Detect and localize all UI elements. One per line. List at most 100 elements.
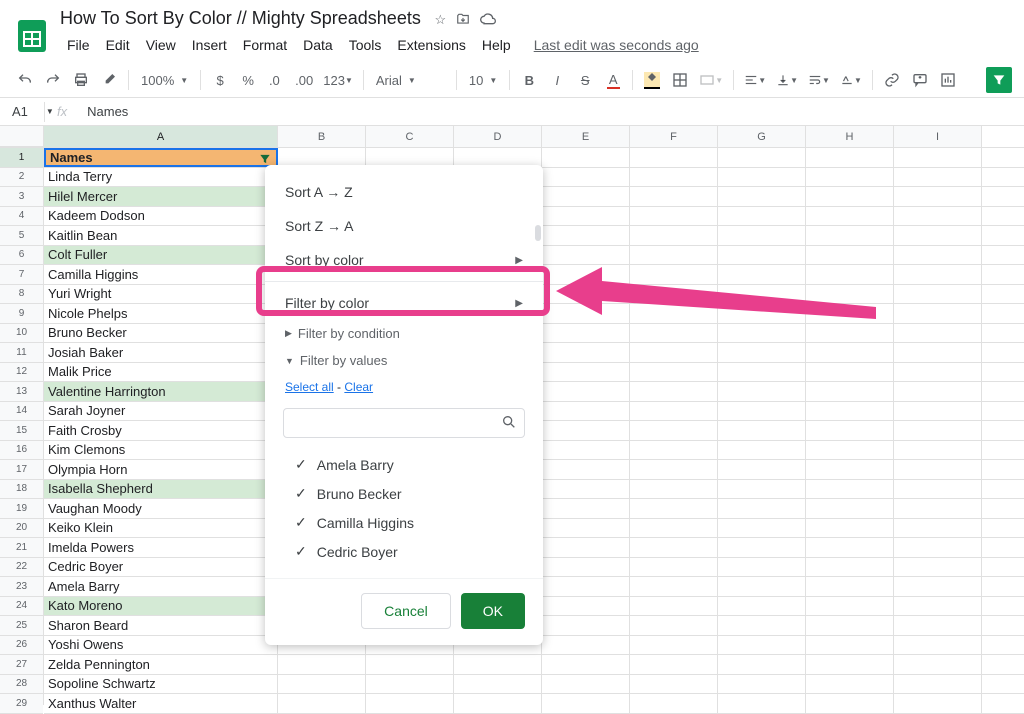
row-header[interactable]: 23: [0, 577, 43, 597]
cell[interactable]: [542, 558, 630, 577]
cell[interactable]: [894, 519, 982, 538]
cell[interactable]: [806, 148, 894, 167]
cell[interactable]: [718, 226, 806, 245]
move-icon[interactable]: [456, 12, 470, 29]
row-header[interactable]: 14: [0, 402, 43, 422]
cell[interactable]: [630, 597, 718, 616]
cell[interactable]: [718, 597, 806, 616]
cell[interactable]: [894, 480, 982, 499]
cell[interactable]: [542, 285, 630, 304]
font-size-select[interactable]: 10▼: [463, 67, 503, 93]
cell[interactable]: [718, 577, 806, 596]
cell[interactable]: [718, 265, 806, 284]
strikethrough-icon[interactable]: S: [572, 67, 598, 93]
italic-icon[interactable]: I: [544, 67, 570, 93]
cell[interactable]: [718, 538, 806, 557]
cell[interactable]: [630, 168, 718, 187]
cell[interactable]: [278, 148, 366, 167]
cell[interactable]: Amela Barry: [44, 577, 278, 596]
col-header-B[interactable]: B: [278, 126, 366, 147]
menu-extensions[interactable]: Extensions: [390, 33, 472, 57]
cell[interactable]: [630, 304, 718, 323]
cell[interactable]: [366, 694, 454, 713]
more-formats-icon[interactable]: 123 ▼: [319, 67, 357, 93]
menu-format[interactable]: Format: [236, 33, 294, 57]
cell[interactable]: [542, 538, 630, 557]
cell[interactable]: [894, 382, 982, 401]
cloud-status-icon[interactable]: [480, 12, 496, 29]
cell[interactable]: [454, 694, 542, 713]
cell[interactable]: [894, 499, 982, 518]
cell[interactable]: [894, 558, 982, 577]
cell[interactable]: [630, 246, 718, 265]
cell[interactable]: [542, 460, 630, 479]
cell[interactable]: [630, 558, 718, 577]
col-header-E[interactable]: E: [542, 126, 630, 147]
cell[interactable]: [894, 636, 982, 655]
select-all-corner[interactable]: [0, 126, 44, 147]
filter-by-condition[interactable]: ▶Filter by condition: [265, 320, 543, 347]
clear-link[interactable]: Clear: [344, 380, 373, 394]
print-icon[interactable]: [68, 67, 94, 93]
filter-dropdown-icon[interactable]: [258, 152, 272, 166]
row-header[interactable]: 25: [0, 616, 43, 636]
cell[interactable]: [806, 460, 894, 479]
cell[interactable]: [630, 636, 718, 655]
cell[interactable]: [542, 207, 630, 226]
cell[interactable]: Sarah Joyner: [44, 402, 278, 421]
menu-tools[interactable]: Tools: [342, 33, 389, 57]
bold-icon[interactable]: B: [516, 67, 542, 93]
cell[interactable]: [630, 363, 718, 382]
cell[interactable]: [718, 480, 806, 499]
cell[interactable]: [894, 265, 982, 284]
row-header[interactable]: 9: [0, 304, 43, 324]
cell[interactable]: [806, 421, 894, 440]
col-header-C[interactable]: C: [366, 126, 454, 147]
insert-link-icon[interactable]: [879, 67, 905, 93]
star-icon[interactable]: ☆: [434, 12, 446, 29]
cell[interactable]: [718, 285, 806, 304]
cell[interactable]: [542, 265, 630, 284]
cell[interactable]: [806, 499, 894, 518]
merge-cells-icon[interactable]: ▼: [695, 67, 727, 93]
row-header[interactable]: 21: [0, 538, 43, 558]
menu-view[interactable]: View: [139, 33, 183, 57]
cell[interactable]: [894, 246, 982, 265]
filter-value-item[interactable]: ✓Camilla Higgins: [293, 508, 525, 537]
cell[interactable]: [718, 304, 806, 323]
cell[interactable]: [806, 402, 894, 421]
cell[interactable]: [806, 558, 894, 577]
cell[interactable]: [718, 324, 806, 343]
last-edit-link[interactable]: Last edit was seconds ago: [534, 37, 699, 53]
cell[interactable]: Josiah Baker: [44, 343, 278, 362]
cell[interactable]: Vaughan Moody: [44, 499, 278, 518]
cell[interactable]: [542, 226, 630, 245]
cell[interactable]: [542, 148, 630, 167]
cell[interactable]: [718, 187, 806, 206]
cell[interactable]: Keiko Klein: [44, 519, 278, 538]
filter-by-color[interactable]: Filter by color▶: [265, 286, 543, 320]
sheets-logo[interactable]: [12, 16, 52, 56]
cell[interactable]: [806, 324, 894, 343]
filter-value-item[interactable]: ✓Bruno Becker: [293, 479, 525, 508]
cell[interactable]: [630, 441, 718, 460]
cell[interactable]: [718, 168, 806, 187]
redo-icon[interactable]: [40, 67, 66, 93]
cell[interactable]: Names: [44, 148, 278, 167]
cell[interactable]: [718, 558, 806, 577]
cell[interactable]: [806, 441, 894, 460]
cell[interactable]: [894, 655, 982, 674]
cell[interactable]: Cedric Boyer: [44, 558, 278, 577]
cell[interactable]: [894, 577, 982, 596]
cell[interactable]: [806, 538, 894, 557]
cell[interactable]: [806, 304, 894, 323]
format-percent-icon[interactable]: %: [235, 67, 261, 93]
borders-icon[interactable]: [667, 67, 693, 93]
format-currency-icon[interactable]: $: [207, 67, 233, 93]
cell[interactable]: [542, 519, 630, 538]
cell[interactable]: [718, 441, 806, 460]
cell[interactable]: [630, 324, 718, 343]
cell[interactable]: [894, 304, 982, 323]
cell[interactable]: [806, 382, 894, 401]
cell[interactable]: [894, 538, 982, 557]
